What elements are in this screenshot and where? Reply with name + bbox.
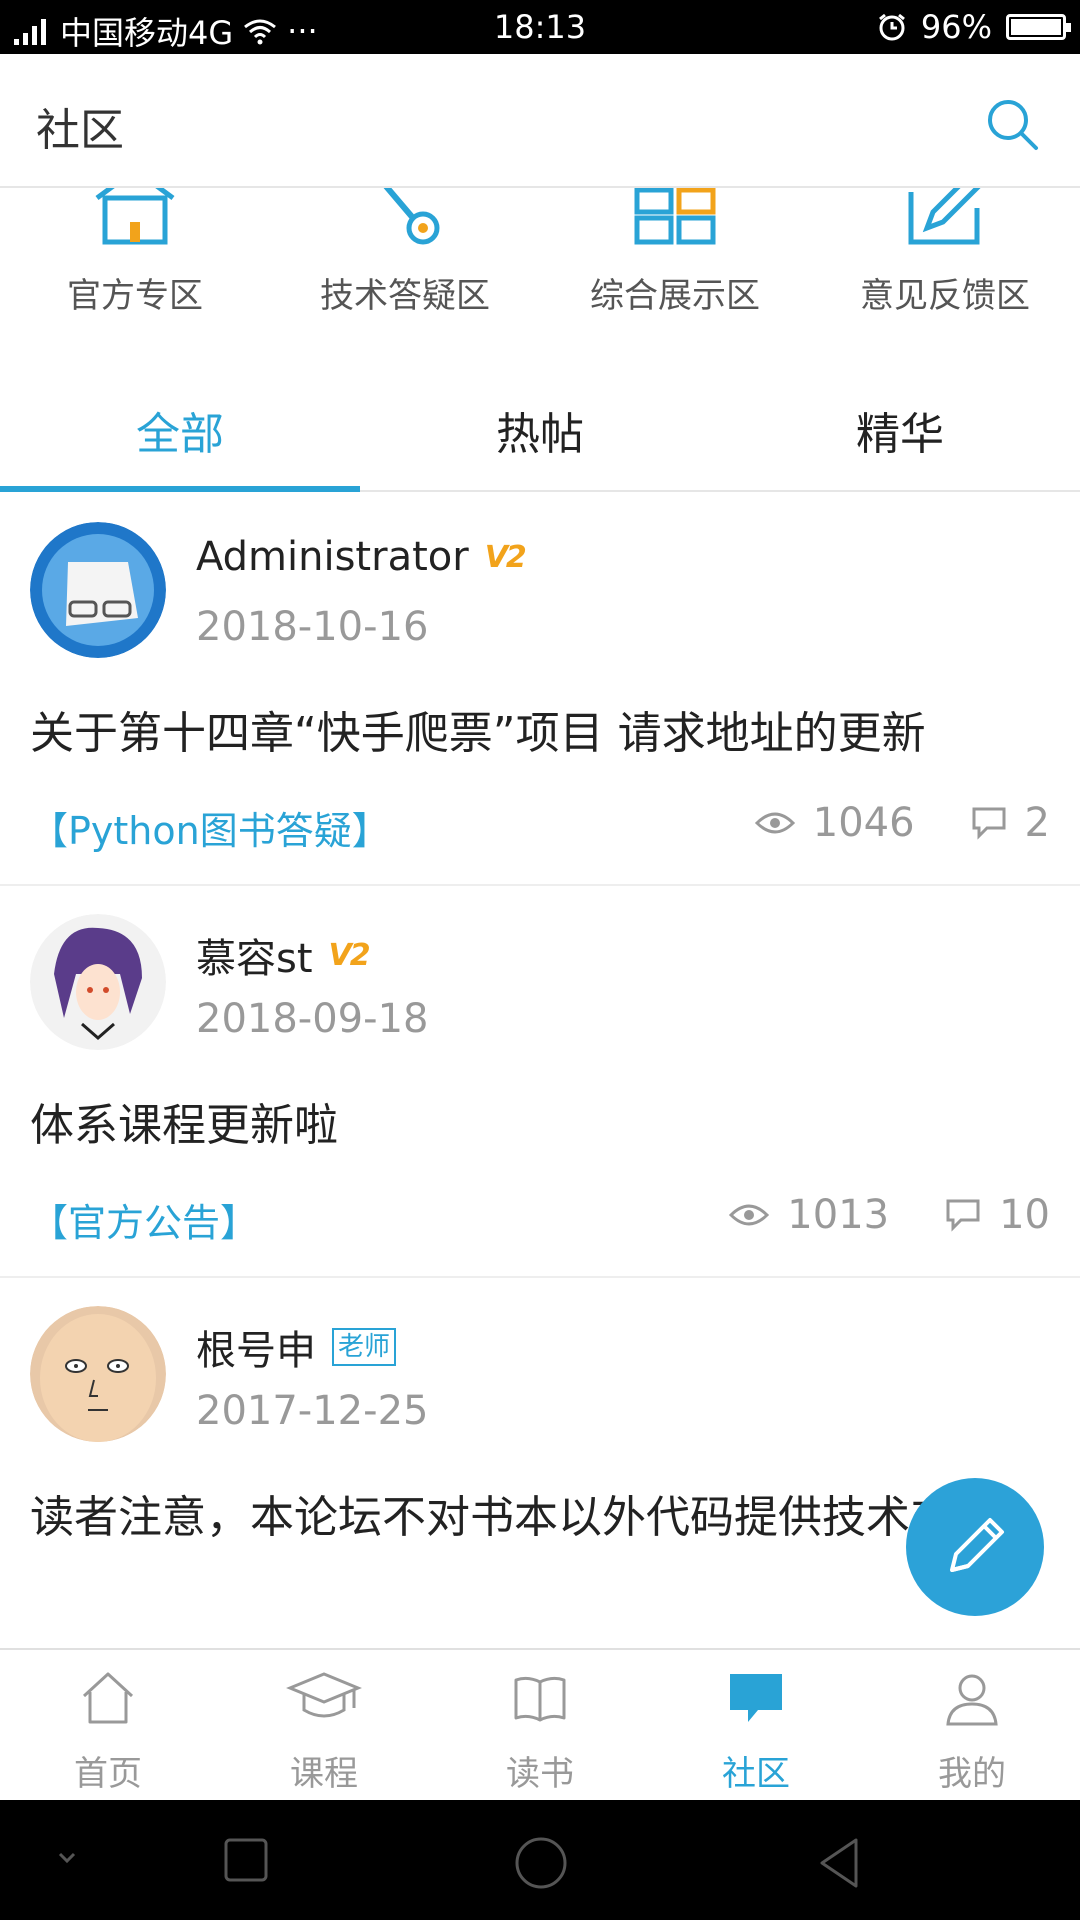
post-date: 2017-12-25: [196, 1388, 429, 1434]
nav-label: 课程: [290, 1754, 358, 1794]
home-circle-icon[interactable]: [514, 1836, 568, 1890]
recents-icon[interactable]: [222, 1836, 270, 1884]
bottom-nav: 首页 课程 读书 社区 我的: [0, 1648, 1080, 1800]
pencil-icon: [950, 1518, 1004, 1572]
avatar[interactable]: [30, 522, 166, 658]
view-count: 1046: [812, 800, 915, 846]
list-item[interactable]: 慕容st V2 2018-09-18 体系课程更新啦 【官方公告】 1013 1…: [0, 886, 1080, 1278]
post-tag[interactable]: 【官方公告】: [30, 1192, 258, 1247]
system-nav-bar: [0, 1800, 1080, 1920]
eye-icon: [729, 1204, 770, 1226]
chevron-down-icon[interactable]: [50, 1836, 84, 1880]
battery-icon: [1006, 14, 1071, 40]
nav-community[interactable]: 社区: [648, 1650, 864, 1800]
post-title[interactable]: 关于第十四章“快手爬票”项目 请求地址的更新: [30, 706, 1050, 762]
teacher-badge: 老师: [332, 1328, 397, 1366]
list-item[interactable]: 根号申 老师 2017-12-25 读者注意，本论坛不对书本以外代码提供技术支持…: [0, 1278, 1080, 1648]
nav-courses[interactable]: 课程: [216, 1650, 432, 1800]
person-icon: [946, 1674, 998, 1726]
search-icon[interactable]: [984, 96, 1042, 154]
category-label: 综合展示区: [590, 276, 760, 316]
nav-label: 首页: [74, 1754, 142, 1794]
avatar[interactable]: [30, 914, 166, 1050]
level-badge: V2: [328, 937, 371, 973]
feed-tabs: 全部 热帖 精华: [0, 370, 1080, 492]
edit-icon: [908, 188, 981, 245]
nav-label: 社区: [722, 1754, 790, 1794]
nav-reading[interactable]: 读书: [432, 1650, 648, 1800]
graduation-cap-icon: [286, 1672, 362, 1718]
category-label: 意见反馈区: [860, 276, 1030, 316]
battery-percent: 96%: [920, 8, 992, 46]
post-list: Administrator V2 2018-10-16 关于第十四章“快手爬票”…: [0, 494, 1080, 1648]
chat-bubble-icon: [730, 1674, 782, 1722]
comment-icon: [972, 807, 1006, 840]
status-bar: 中国移动4G ··· 18:13 96%: [0, 0, 1080, 54]
post-date: 2018-10-16: [196, 604, 429, 650]
post-title[interactable]: 体系课程更新啦: [30, 1098, 1050, 1154]
home-icon: [82, 1672, 134, 1724]
post-tag[interactable]: 【Python图书答疑】: [30, 800, 390, 855]
post-stats: 1046 2: [754, 800, 1050, 846]
author-name[interactable]: 慕容st: [196, 926, 313, 984]
comment-count: 2: [1024, 800, 1050, 846]
category-tech-qa[interactable]: 技术答疑区: [270, 188, 540, 338]
category-feedback[interactable]: 意见反馈区: [810, 188, 1080, 338]
nav-home[interactable]: 首页: [0, 1650, 216, 1800]
category-showcase[interactable]: 综合展示区: [540, 188, 810, 338]
category-row: 官方专区 技术答疑区 综合展示区 意见反馈区: [0, 188, 1080, 338]
author-name[interactable]: Administrator: [196, 534, 469, 580]
nav-label: 我的: [938, 1754, 1006, 1794]
page-title: 社区: [36, 105, 124, 156]
tab-featured[interactable]: 精华: [720, 370, 1080, 490]
house-icon: [95, 188, 175, 245]
avatar[interactable]: [30, 1306, 166, 1442]
compose-post-button[interactable]: [906, 1478, 1044, 1616]
nav-label: 读书: [506, 1754, 574, 1794]
app-header: 社区: [0, 54, 1080, 188]
alarm-icon: [878, 13, 905, 41]
eye-icon: [754, 812, 795, 834]
view-count: 1013: [787, 1192, 890, 1238]
book-icon: [514, 1676, 566, 1722]
level-badge: V2: [484, 539, 527, 575]
list-item[interactable]: Administrator V2 2018-10-16 关于第十四章“快手爬票”…: [0, 494, 1080, 886]
nav-profile[interactable]: 我的: [864, 1650, 1080, 1800]
post-stats: 1013 10: [729, 1192, 1050, 1238]
post-date: 2018-09-18: [196, 996, 429, 1042]
comment-count: 10: [999, 1192, 1050, 1238]
back-triangle-icon[interactable]: [816, 1836, 864, 1890]
author-name[interactable]: 根号申: [196, 1318, 316, 1376]
wrench-icon: [383, 188, 440, 245]
category-label: 技术答疑区: [320, 276, 490, 316]
tab-all[interactable]: 全部: [0, 370, 360, 492]
tab-hot[interactable]: 热帖: [360, 370, 720, 490]
category-label: 官方专区: [67, 276, 203, 316]
comment-icon: [946, 1199, 980, 1232]
category-official[interactable]: 官方专区: [0, 188, 270, 338]
grid-icon: [634, 188, 716, 245]
post-title[interactable]: 读者注意，本论坛不对书本以外代码提供技术支持！: [30, 1490, 1050, 1546]
